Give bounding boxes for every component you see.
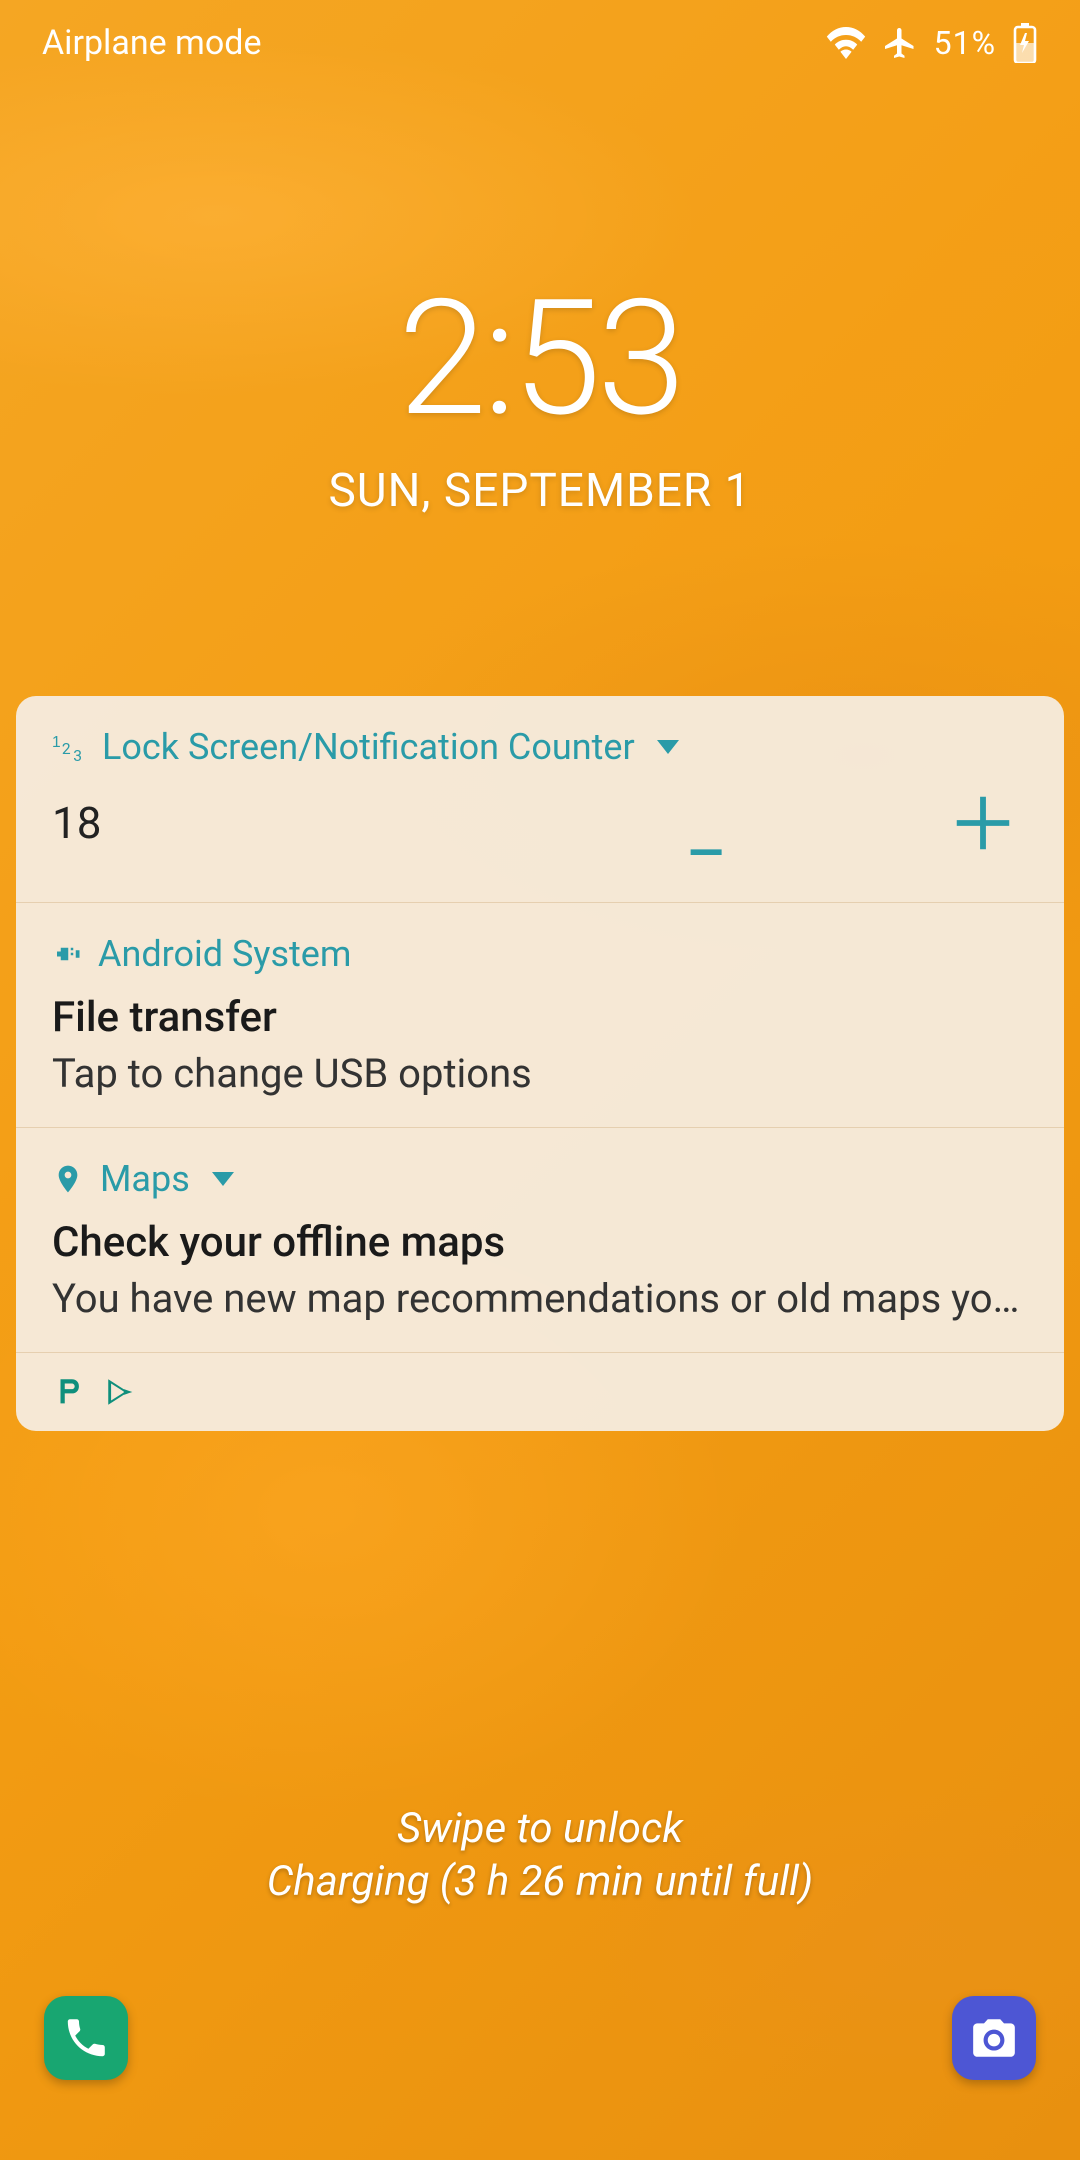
- svg-text:3: 3: [73, 747, 82, 764]
- status-right: 51%: [826, 23, 1038, 63]
- notification-title: Check your offline maps: [52, 1218, 1028, 1267]
- svg-text:1: 1: [52, 734, 61, 751]
- lock-screen-clock: 2:53 SUN, SEPTEMBER 1: [0, 280, 1080, 518]
- notification-maps[interactable]: Maps Check your offline maps You have ne…: [16, 1128, 1064, 1353]
- chevron-down-icon[interactable]: [657, 740, 679, 754]
- notification-panel[interactable]: 123 Lock Screen/Notification Counter 18 …: [16, 696, 1064, 1431]
- wifi-icon: [826, 27, 866, 59]
- play-store-icon: [104, 1375, 138, 1409]
- lock-screen-hint: Swipe to unlock Charging (3 h 26 min unt…: [0, 1804, 1080, 1906]
- notification-android-system[interactable]: Android System File transfer Tap to chan…: [16, 903, 1064, 1128]
- battery-charging-icon: [1012, 23, 1038, 63]
- notification-header: Maps: [52, 1158, 1028, 1200]
- chevron-down-icon[interactable]: [212, 1172, 234, 1186]
- notification-header: Android System: [52, 933, 1028, 975]
- notification-header: 123 Lock Screen/Notification Counter: [52, 726, 1028, 768]
- svg-text:2: 2: [62, 740, 71, 758]
- camera-shortcut[interactable]: [952, 1996, 1036, 2080]
- phone-shortcut[interactable]: [44, 1996, 128, 2080]
- notification-title: File transfer: [52, 993, 1028, 1042]
- android-system-app-name: Android System: [98, 933, 351, 975]
- status-bar: Airplane mode 51%: [0, 0, 1080, 70]
- notification-body: You have new map recommendations or old …: [52, 1275, 1028, 1322]
- notification-summary-row[interactable]: [16, 1353, 1064, 1431]
- battery-percentage: 51%: [934, 24, 996, 62]
- swipe-hint: Swipe to unlock: [0, 1804, 1080, 1853]
- notification-counter[interactable]: 123 Lock Screen/Notification Counter 18 …: [16, 696, 1064, 903]
- increment-button[interactable]: [948, 788, 1018, 858]
- clock-time: 2:53: [0, 280, 1080, 440]
- maps-icon: [52, 1163, 84, 1195]
- maps-app-name: Maps: [100, 1158, 190, 1200]
- notification-body: Tap to change USB options: [52, 1050, 1028, 1097]
- counter-app-name: Lock Screen/Notification Counter: [102, 726, 635, 768]
- counter-app-icon: 123: [52, 730, 86, 764]
- clock-date: SUN, SEPTEMBER 1: [0, 464, 1080, 518]
- status-left-text: Airplane mode: [42, 23, 261, 63]
- airplane-icon: [882, 25, 918, 61]
- usb-icon: [52, 939, 82, 969]
- parking-icon: [52, 1375, 86, 1409]
- counter-value: 18: [52, 797, 101, 849]
- charging-status: Charging (3 h 26 min until full): [0, 1857, 1080, 1906]
